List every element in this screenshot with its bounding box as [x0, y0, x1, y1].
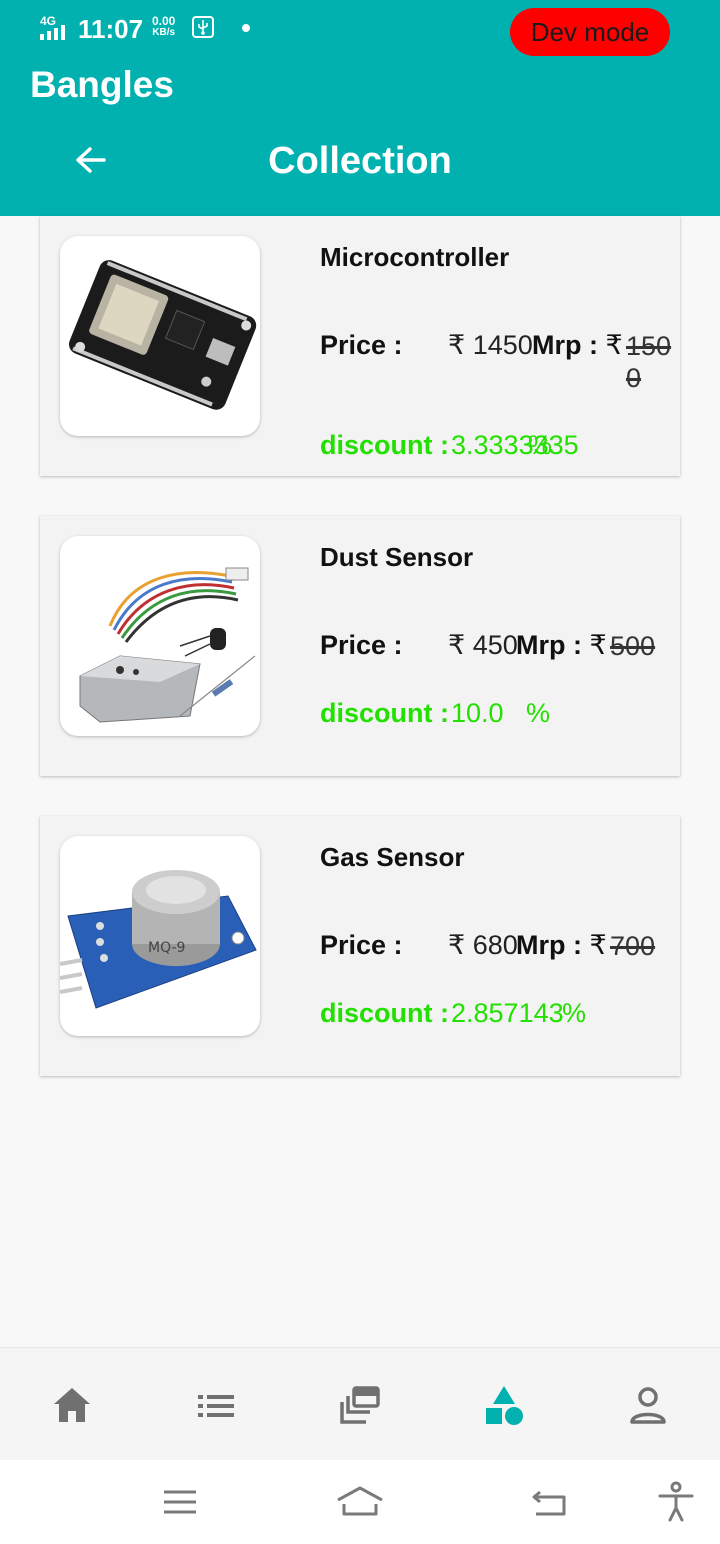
mrp-label: Mrp : ₹ [516, 630, 607, 661]
product-name: Microcontroller [320, 242, 510, 272]
discount-percent-sign: % [562, 998, 587, 1028]
nav-account[interactable] [626, 1384, 670, 1428]
accessibility-button[interactable] [654, 1480, 698, 1524]
mrp-value: 500 [610, 631, 656, 661]
back-nav-button[interactable] [526, 1480, 570, 1524]
status-time: 11:07 [78, 14, 144, 44]
menu-icon [164, 1490, 196, 1514]
home-icon [54, 1388, 90, 1422]
discount-value: 10.0 [451, 698, 504, 728]
accessibility-icon [658, 1481, 694, 1522]
discount-label: discount : [320, 430, 449, 460]
system-navigation-bar [0, 1460, 720, 1544]
discount-percent-sign: % [528, 430, 553, 460]
usb-debug-icon [192, 16, 214, 38]
currency-symbol: ₹ [448, 930, 466, 960]
product-card-dust-sensor[interactable]: Dust Sensor Price : ₹ 450 Mrp : ₹ 500 di… [40, 516, 680, 776]
speed-value: 0.00 [152, 14, 176, 28]
dev-mode-badge[interactable]: Dev mode [510, 8, 670, 56]
nav-categories[interactable] [482, 1384, 526, 1428]
svg-text:MQ-9: MQ-9 [148, 940, 185, 956]
notification-dot-icon [242, 24, 250, 32]
speed-unit: KB/s [152, 27, 176, 38]
price-label: Price : [320, 630, 403, 660]
product-image-microcontroller [60, 236, 260, 436]
signal-icon: 4G [38, 14, 70, 40]
currency-symbol: ₹ [589, 630, 607, 660]
price-value: ₹ 1450 [448, 330, 533, 361]
currency-symbol: ₹ [589, 930, 607, 960]
product-image-dust-sensor [60, 536, 260, 736]
collections-icon [340, 1386, 380, 1424]
nav-collections[interactable] [338, 1384, 382, 1428]
discount-label: discount : [320, 698, 449, 728]
price-amount: 450 [472, 630, 518, 660]
network-type: 4G [40, 14, 57, 28]
page-title: Collection [268, 140, 452, 182]
discount-percent-sign: % [526, 698, 551, 728]
currency-symbol: ₹ [448, 330, 466, 360]
product-card-gas-sensor[interactable]: MQ-9 Gas Sensor Price : ₹ 680 Mrp : ₹ 70… [40, 816, 680, 1076]
currency-symbol: ₹ [605, 330, 623, 360]
nav-list[interactable] [194, 1384, 238, 1428]
back-icon [532, 1490, 566, 1516]
discount-value: 3.3333335 [451, 430, 579, 460]
product-name: Dust Sensor [320, 542, 474, 572]
system-home-icon [337, 1486, 383, 1516]
home-button[interactable] [334, 1480, 386, 1524]
mrp-label-text: Mrp : [532, 330, 598, 360]
mrp-label-text: Mrp : [516, 630, 582, 660]
mrp-label: Mrp : ₹ [516, 930, 607, 961]
bottom-navigation [0, 1347, 720, 1460]
mrp-label-text: Mrp : [516, 930, 582, 960]
price-value: ₹ 450 [448, 630, 518, 661]
price-label: Price : [320, 330, 403, 360]
account-icon [630, 1387, 666, 1424]
mrp-value: 700 [610, 931, 656, 961]
mrp-label: Mrp : ₹ [532, 330, 623, 361]
discount-label: discount : [320, 998, 449, 1028]
mrp-value: 1500 [626, 331, 672, 393]
price-amount: 1450 [472, 330, 533, 360]
categories-icon [486, 1386, 523, 1425]
discount-value: 2.857143 [451, 998, 564, 1028]
product-card-microcontroller[interactable]: Microcontroller Price : ₹ 1450 Mrp : ₹ 1… [40, 216, 680, 476]
nav-home[interactable] [50, 1384, 94, 1428]
price-value: ₹ 680 [448, 930, 518, 961]
recents-button[interactable] [158, 1480, 202, 1524]
app-title: Bangles [30, 64, 174, 105]
price-amount: 680 [472, 930, 518, 960]
network-speed: 0.00 KB/s [152, 15, 175, 39]
product-name: Gas Sensor [320, 842, 465, 872]
price-label: Price : [320, 930, 403, 960]
product-image-gas-sensor: MQ-9 [60, 836, 260, 1036]
currency-symbol: ₹ [448, 630, 466, 660]
app-header: Bangles Collection [0, 60, 720, 216]
list-icon [198, 1395, 234, 1417]
